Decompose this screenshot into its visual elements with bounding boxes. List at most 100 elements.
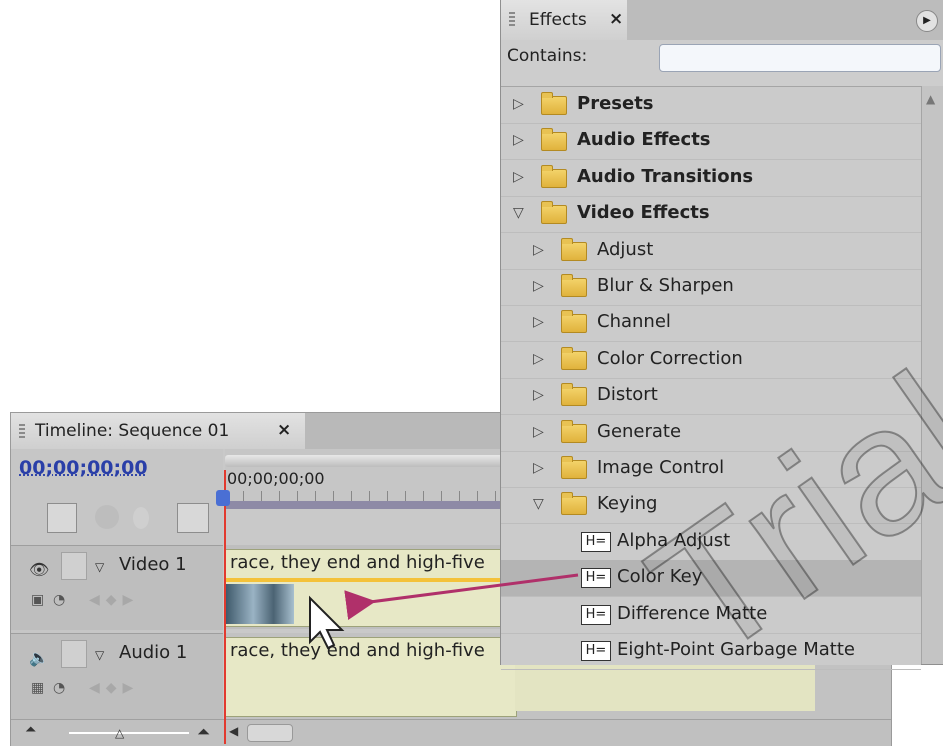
effects-item-label: Distort — [597, 384, 658, 406]
zoom-in-icon[interactable]: ⏶ — [197, 722, 210, 742]
folder-icon — [561, 346, 587, 370]
effects-item[interactable]: ▷ Color Correction — [501, 342, 921, 379]
effect-icon: H= — [581, 604, 611, 625]
effects-item[interactable]: H= Color Key — [501, 560, 921, 598]
zoom-slider[interactable] — [69, 732, 189, 734]
expand-icon[interactable]: ▷ — [533, 314, 544, 330]
zoom-thumb-icon[interactable]: △ — [115, 726, 124, 740]
effects-item[interactable]: H= Eight-Point Garbage Matte — [501, 633, 921, 670]
zoom-out-icon[interactable]: ⏶ — [25, 722, 36, 738]
expand-icon[interactable]: ▷ — [513, 132, 524, 148]
audio-waveform-area — [515, 663, 815, 711]
effects-item[interactable]: ▷ Presets — [501, 87, 921, 124]
contains-search-input[interactable] — [659, 44, 941, 72]
effects-item-label: Channel — [597, 311, 671, 333]
effects-item-label: Difference Matte — [617, 602, 768, 624]
set-marker-icon[interactable] — [95, 505, 119, 529]
playhead-line — [224, 470, 226, 744]
effects-item-label: Adjust — [597, 238, 654, 260]
effects-item-label: Blur & Sharpen — [597, 275, 734, 296]
expand-video-icon[interactable]: ▽ — [95, 560, 104, 574]
audio-clip[interactable]: race, they end and high-five — [225, 637, 517, 717]
scroll-left-icon[interactable]: ◀ — [229, 724, 238, 738]
collapse-icon[interactable]: ▽ — [533, 496, 544, 512]
effects-tab-title: Effects — [529, 10, 587, 30]
grip-icon[interactable] — [509, 12, 515, 28]
folder-icon — [561, 456, 587, 479]
keyframe-toggle-icon[interactable]: ◔ — [53, 592, 65, 608]
effects-item-label: Generate — [597, 420, 682, 442]
tab-effects[interactable]: Effects × — [501, 0, 628, 40]
eye-icon[interactable]: 👁 — [29, 560, 49, 579]
expand-icon[interactable]: ▷ — [533, 460, 544, 476]
keyframe-nav-icon: ◀◆▶ — [89, 680, 140, 696]
scroll-up-icon[interactable]: ▲ — [926, 92, 935, 106]
panel-menu-icon[interactable]: ▶ — [916, 10, 938, 32]
effects-item[interactable]: ▷ Distort — [501, 378, 921, 416]
tab-timeline[interactable]: Timeline: Sequence 01 × — [11, 413, 306, 449]
effect-icon: H= — [581, 641, 611, 661]
expand-icon[interactable]: ▷ — [533, 351, 544, 367]
expand-audio-icon[interactable]: ▽ — [95, 648, 104, 662]
expand-icon[interactable]: ▷ — [513, 96, 524, 112]
effects-item[interactable]: ▷ Audio Effects — [501, 123, 921, 161]
effects-item[interactable]: ▽ Keying — [501, 487, 921, 525]
effects-item-label: Eight-Point Garbage Matte — [617, 639, 855, 660]
effects-item[interactable]: ▷ Audio Transitions — [501, 160, 921, 197]
effects-item-label: Alpha Adjust — [617, 529, 731, 551]
expand-icon[interactable]: ▷ — [533, 424, 544, 440]
grip-icon[interactable] — [19, 424, 25, 440]
ruler-timecode: 00;00;00;00 — [227, 469, 325, 488]
timecode-display[interactable]: 00;00;00;00 — [19, 457, 148, 479]
folder-icon — [561, 237, 587, 261]
effects-item[interactable]: ▷ Adjust — [501, 233, 921, 270]
keyframe-icon[interactable] — [133, 507, 149, 529]
effects-item-label: Color Correction — [597, 347, 743, 369]
effects-item[interactable]: ▽ Video Effects — [501, 196, 921, 234]
keyframe-toggle-icon[interactable]: ◔ — [53, 680, 65, 696]
waveform-icon[interactable]: ▦ — [31, 680, 44, 696]
display-style-icon[interactable]: ▣ — [31, 592, 44, 608]
effects-item-label: Video Effects — [577, 202, 710, 224]
speaker-icon[interactable]: 🔈 — [29, 648, 49, 667]
video-clip[interactable]: race, they end and high-five — [225, 549, 517, 627]
presets-folder-icon — [541, 92, 567, 115]
effects-item[interactable]: ▷ Blur & Sharpen — [501, 269, 921, 306]
horizontal-scrollbar[interactable] — [247, 724, 293, 742]
lock-toggle[interactable] — [61, 552, 87, 580]
expand-icon[interactable]: ▷ — [533, 278, 544, 294]
expand-icon[interactable]: ▷ — [533, 242, 544, 258]
close-timeline-icon[interactable]: × — [277, 420, 291, 440]
folder-icon — [541, 164, 567, 188]
effects-item[interactable]: ▷ Image Control — [501, 451, 921, 488]
folder-icon — [541, 128, 567, 152]
effects-item[interactable]: ▷ Generate — [501, 415, 921, 452]
folder-icon — [561, 310, 587, 334]
effects-item[interactable]: H= Alpha Adjust — [501, 524, 921, 561]
effects-item-label: Audio Transitions — [577, 165, 754, 187]
folder-icon — [541, 201, 567, 225]
keyframe-nav-icon: ◀◆▶ — [89, 592, 140, 608]
close-effects-icon[interactable]: × — [609, 9, 623, 29]
vertical-scrollbar[interactable]: ▲ — [921, 86, 943, 664]
effects-item[interactable]: H= Difference Matte — [501, 597, 921, 634]
timeline-controls: 00;00;00;00 👁 ▽ Video 1 ▣ ◔ ◀◆▶ 🔈 ▽ Audi… — [11, 449, 223, 745]
lock-toggle[interactable] — [61, 640, 87, 668]
folder-icon — [561, 383, 587, 407]
playhead-handle[interactable] — [216, 490, 230, 506]
effects-tree: ▷ Presets ▷ Audio Effects ▷ Audio Transitions… — [501, 86, 921, 670]
snap-icon[interactable] — [47, 503, 77, 533]
effects-item-label: Color Key — [617, 566, 703, 588]
effects-panel: Effects × ▶ Contains: ▷ Presets ▷ Audio Eff… — [500, 0, 943, 670]
expand-icon[interactable]: ▷ — [533, 387, 544, 403]
effects-item-label: Image Control — [597, 457, 725, 478]
work-area-icon[interactable] — [177, 503, 209, 533]
video-track-header: 👁 ▽ Video 1 ▣ ◔ ◀◆▶ — [11, 545, 223, 630]
effect-icon: H= — [581, 568, 611, 589]
timeline-tab-title: Timeline: Sequence 01 — [35, 421, 230, 441]
effect-icon: H= — [581, 531, 611, 552]
effects-item[interactable]: ▷ Channel — [501, 305, 921, 343]
collapse-icon[interactable]: ▽ — [513, 205, 524, 221]
folder-icon — [561, 492, 587, 516]
expand-icon[interactable]: ▷ — [513, 169, 524, 185]
